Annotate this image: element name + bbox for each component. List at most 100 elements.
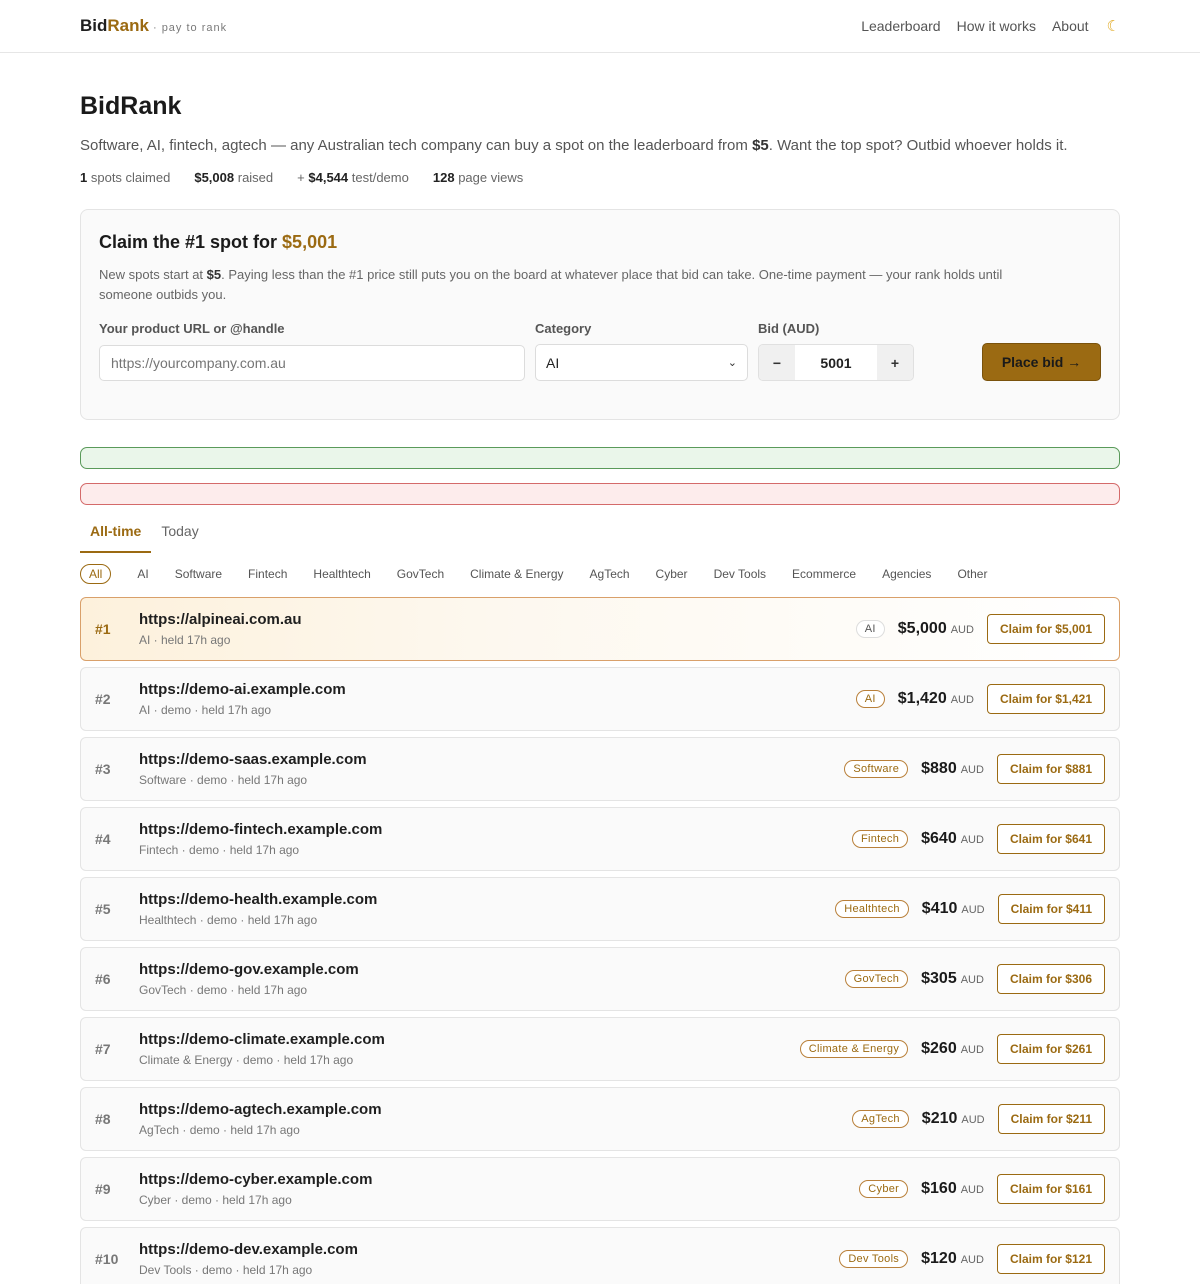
filter-agtech[interactable]: AgTech [590,567,630,581]
rank-number: #4 [95,831,111,847]
bid-amount-value: $210 [921,1110,958,1127]
entry-actions: Cyber $160 AUD Claim for $161 [859,1174,1105,1204]
leaderboard-row: #2 https://demo-ai.example.com AI · demo… [80,667,1120,731]
subtitle-text-pre: Software, AI, fintech, agtech — any Aust… [80,137,753,154]
leaderboard-row: #5 https://demo-health.example.com Healt… [80,877,1120,941]
entry-meta: Dev Tools · demo · held 17h ago [139,1263,313,1277]
claim-button[interactable]: Claim for $1,421 [986,684,1105,714]
filter-agencies[interactable]: Agencies [882,567,931,581]
bid-amount: $5,000 AUD [898,620,974,638]
filter-healthtech[interactable]: Healthtech [313,567,370,581]
nav-how-it-works[interactable]: How it works [957,18,1036,34]
page-title: BidRank [80,92,182,120]
bid-amount-input[interactable]: 5001 [795,345,877,380]
bid-amount: $305 AUD [921,970,984,988]
filter-software[interactable]: Software [175,567,222,581]
entry-url[interactable]: https://demo-cyber.example.com [139,1171,859,1188]
claim-button[interactable]: Claim for $411 [997,894,1105,924]
moon-icon[interactable]: ☾ [1107,17,1120,35]
entry-actions: Healthtech $410 AUD Claim for $411 [835,894,1105,924]
nav-about[interactable]: About [1052,18,1089,34]
entry-url[interactable]: https://demo-ai.example.com [139,681,856,698]
rank-number: #6 [95,971,111,987]
entry-url[interactable]: https://demo-gov.example.com [139,961,845,978]
category-selected-value: AI [546,354,560,371]
stat-label: page views [458,170,524,185]
filter-ecommerce[interactable]: Ecommerce [792,567,856,581]
filter-cyber[interactable]: Cyber [656,567,688,581]
entry-info: https://demo-fintech.example.com Fintech… [139,821,852,857]
brand-logo[interactable]: Bid Rank · pay to rank [80,16,227,36]
nav-leaderboard[interactable]: Leaderboard [861,18,940,34]
claim-button[interactable]: Claim for $881 [996,754,1105,784]
entry-url[interactable]: https://demo-climate.example.com [139,1031,800,1048]
bid-amount: $410 AUD [922,900,985,918]
stat-value: $5,008 [194,170,235,185]
entry-info: https://demo-climate.example.com Climate… [139,1031,800,1067]
increment-button[interactable]: + [877,345,913,380]
error-banner [80,483,1120,505]
claim-button[interactable]: Claim for $121 [996,1244,1105,1274]
entry-url[interactable]: https://demo-fintech.example.com [139,821,852,838]
category-badge: Fintech [851,830,909,848]
entry-info: https://demo-cyber.example.com Cyber · d… [139,1171,859,1207]
filter-fintech[interactable]: Fintech [248,567,287,581]
entry-actions: Dev Tools $120 AUD Claim for $121 [839,1244,1105,1274]
filter-ai[interactable]: AI [137,567,148,581]
entry-info: https://alpineai.com.au AI · held 17h ag… [139,611,856,647]
claim-button[interactable]: Claim for $641 [996,824,1105,854]
category-badge: Climate & Energy [799,1040,909,1058]
stat-value: 1 [80,170,88,185]
leaderboard-row: #9 https://demo-cyber.example.com Cyber … [80,1157,1120,1221]
bid-amount-value: $410 [921,900,958,917]
claim-button[interactable]: Claim for $161 [996,1174,1105,1204]
tab-today[interactable]: Today [151,523,208,553]
entry-actions: AgTech $210 AUD Claim for $211 [852,1104,1105,1134]
decrement-button[interactable]: − [759,345,795,380]
bid-amount: $160 AUD [921,1180,984,1198]
filter-dev-tools[interactable]: Dev Tools [714,567,766,581]
entry-meta: Fintech · demo · held 17h ago [139,843,300,857]
filter-all[interactable]: All [80,564,112,584]
stat-label: spots claimed [90,170,171,185]
rank-number: #7 [95,1041,111,1057]
claim-button[interactable]: Claim for $5,001 [986,614,1105,644]
rank-number: #9 [95,1181,111,1197]
bid-amount-value: $305 [921,970,957,987]
claim-button[interactable]: Claim for $261 [996,1034,1105,1064]
rank-number: #3 [95,761,111,777]
claim-desc-post: . Paying less than the #1 price still pu… [99,267,1003,302]
entry-url[interactable]: https://alpineai.com.au [139,611,856,628]
filter-govtech[interactable]: GovTech [397,567,444,581]
category-badge: Dev Tools [839,1250,909,1268]
brand-name-rank: Rank [107,16,149,35]
claim-button[interactable]: Claim for $306 [996,964,1105,994]
entry-actions: AI $5,000 AUD Claim for $5,001 [855,614,1105,644]
bid-amount-value: $880 [921,760,957,777]
category-field-label: Category [535,321,592,336]
filter-other[interactable]: Other [957,567,987,581]
entry-info: https://demo-agtech.example.com AgTech ·… [139,1101,852,1137]
filter-climate-energy[interactable]: Climate & Energy [470,567,563,581]
category-badge: AgTech [852,1110,909,1128]
entry-meta: Climate & Energy · demo · held 17h ago [139,1053,354,1067]
bid-amount-value: $120 [921,1250,957,1267]
stat-prefix: + [297,170,309,185]
place-bid-button[interactable]: Place bid → [982,343,1101,381]
leaderboard-row: #8 https://demo-agtech.example.com AgTec… [80,1087,1120,1151]
stat-value: 128 [432,170,455,185]
tab-all-time[interactable]: All-time [80,523,152,553]
bid-amount-value: $160 [921,1180,957,1197]
entry-url[interactable]: https://demo-health.example.com [139,891,835,908]
category-select[interactable]: AI ⌄ [535,344,748,381]
bid-field: Bid (AUD) − 5001 + [758,321,914,381]
entry-url[interactable]: https://demo-saas.example.com [139,751,844,768]
entry-url[interactable]: https://demo-agtech.example.com [139,1101,852,1118]
claim-button[interactable]: Claim for $211 [997,1104,1105,1134]
entry-meta: AI · demo · held 17h ago [139,703,272,717]
brand-tagline: · pay to rank [152,22,228,34]
url-input[interactable] [99,345,525,381]
entry-url[interactable]: https://demo-dev.example.com [139,1241,839,1258]
category-badge: Cyber [859,1180,909,1198]
bid-field-label: Bid (AUD) [758,321,820,336]
